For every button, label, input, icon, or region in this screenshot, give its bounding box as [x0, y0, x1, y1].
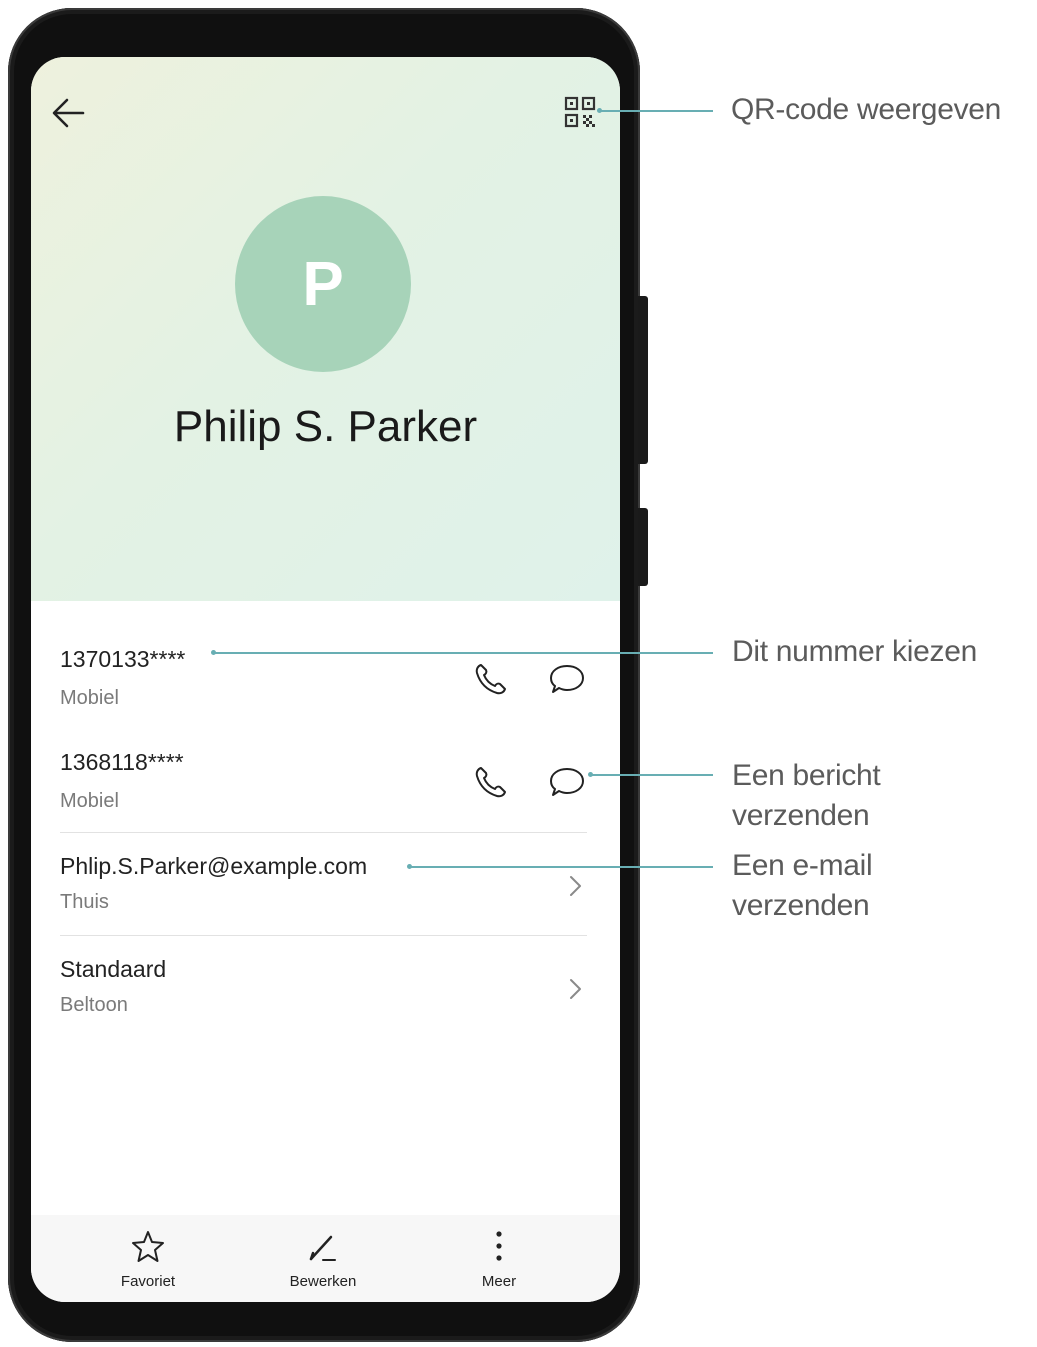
more-vertical-icon: [496, 1231, 502, 1261]
email-callout-text-line1: Een e-mail: [732, 849, 873, 882]
phone-icon: [475, 767, 506, 798]
contact-avatar[interactable]: P: [235, 196, 411, 372]
volume-button: [638, 296, 648, 464]
message-button[interactable]: [547, 659, 587, 699]
phone-icon: [475, 664, 506, 695]
back-arrow-icon: [52, 98, 85, 128]
phone-number-type: Mobiel: [60, 790, 119, 812]
chevron-right-icon: [570, 876, 581, 896]
star-icon: [132, 1231, 164, 1262]
call-button[interactable]: [471, 659, 511, 699]
qr-callout-line: [600, 110, 713, 112]
email-type: Thuis: [60, 891, 109, 913]
favorite-label: Favoriet: [120, 1273, 176, 1290]
contact-header: P Philip S. Parker: [31, 57, 620, 601]
call-button[interactable]: [471, 762, 511, 802]
ringtone-row[interactable]: Standaard Beltoon: [31, 947, 620, 1037]
phone-number-type: Mobiel: [60, 687, 119, 709]
dial-callout-line: [214, 652, 713, 654]
message-icon: [550, 665, 584, 693]
bottom-action-bar: Favoriet Bewerken Meer: [31, 1215, 620, 1302]
email-callout-line: [410, 866, 713, 868]
contact-name: Philip S. Parker: [173, 402, 478, 451]
qr-callout-text: QR-code weergeven: [731, 93, 1002, 126]
more-label: Meer: [481, 1273, 517, 1290]
edit-label: Bewerken: [289, 1273, 357, 1290]
message-callout-text-line2: verzenden: [732, 799, 870, 832]
message-button[interactable]: [547, 762, 587, 802]
contact-detail-screen: P Philip S. Parker 1370133**** Mobiel 13…: [31, 57, 620, 1302]
email-address: Phlip.S.Parker@example.com: [60, 853, 368, 879]
phone-number-row[interactable]: 1368118**** Mobiel: [31, 740, 620, 830]
divider: [60, 832, 587, 833]
email-callout-text-line2: verzenden: [732, 889, 870, 922]
message-icon: [550, 768, 584, 796]
message-callout-text-line1: Een bericht: [732, 759, 881, 792]
favorite-button[interactable]: Favoriet: [88, 1215, 208, 1302]
email-row[interactable]: Phlip.S.Parker@example.com Thuis: [31, 844, 620, 934]
chevron-right-icon: [570, 979, 581, 999]
divider: [60, 935, 587, 936]
phone-number: 1370133****: [60, 646, 186, 672]
pencil-icon: [309, 1235, 336, 1261]
back-button[interactable]: [49, 93, 89, 133]
qr-code-button[interactable]: [563, 95, 599, 131]
more-button[interactable]: Meer: [439, 1215, 559, 1302]
qr-code-icon: [564, 96, 596, 128]
message-callout-line: [591, 774, 713, 776]
edit-button[interactable]: Bewerken: [263, 1215, 383, 1302]
phone-number-row[interactable]: 1370133**** Mobiel: [31, 637, 620, 727]
ringtone-label: Beltoon: [60, 994, 128, 1016]
power-button: [638, 508, 648, 586]
phone-number: 1368118****: [60, 749, 184, 775]
ringtone-value: Standaard: [60, 956, 167, 982]
dial-callout-text: Dit nummer kiezen: [732, 635, 977, 668]
